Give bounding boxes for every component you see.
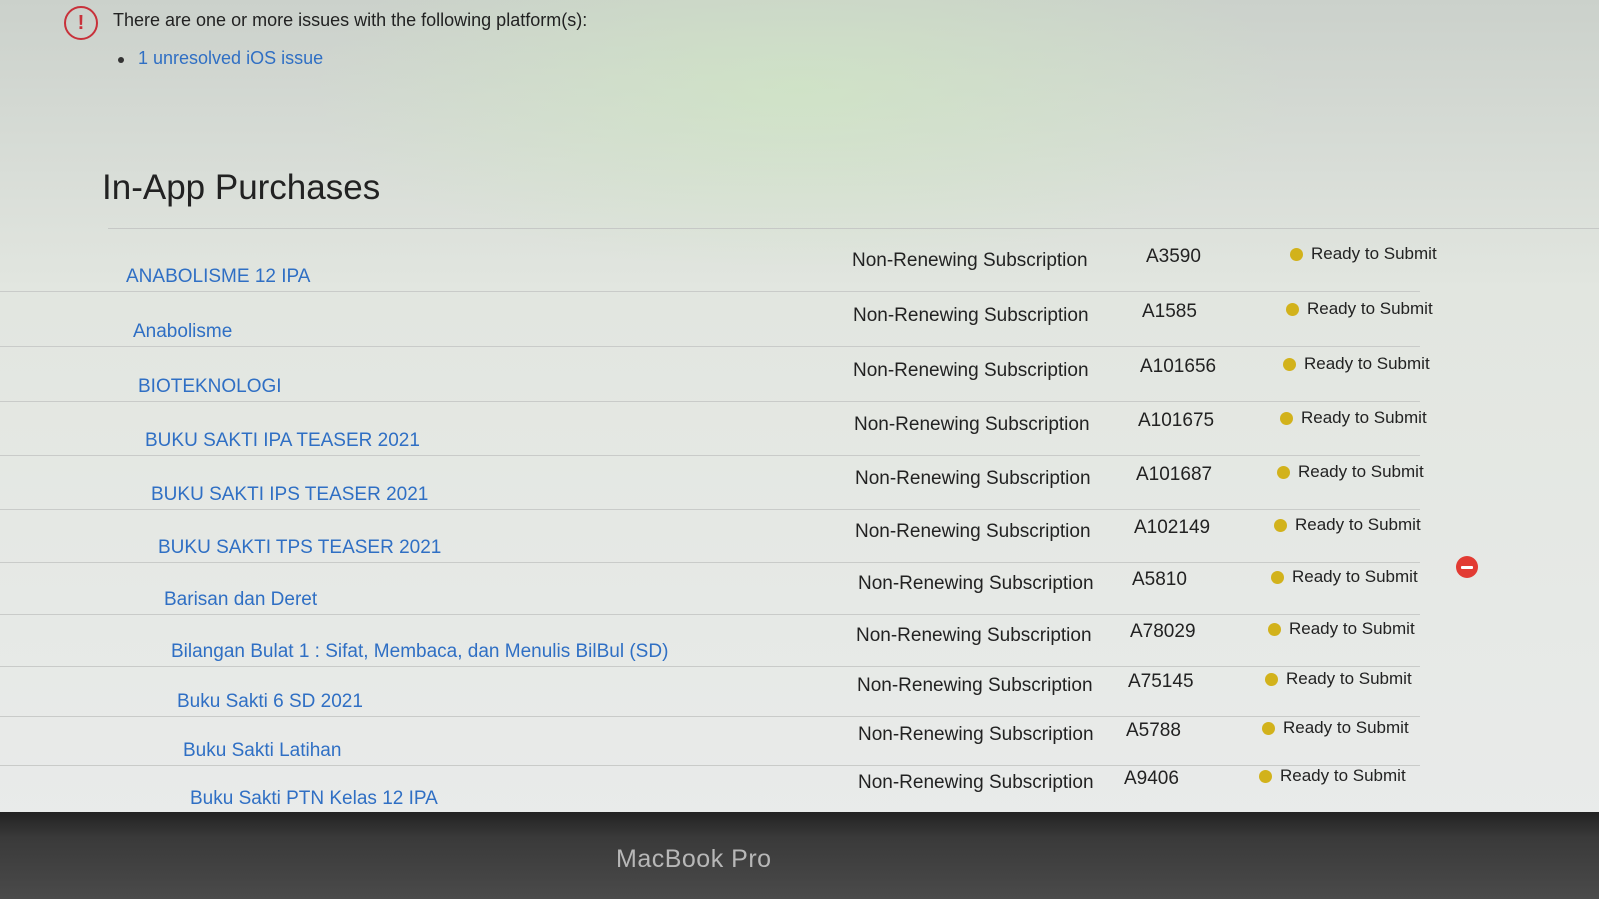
status-label: Ready to Submit — [1304, 354, 1430, 373]
table-row[interactable]: Barisan dan Deret Non-Renewing Subscripti… — [0, 563, 1420, 615]
status-label: Ready to Submit — [1295, 515, 1421, 534]
iap-type: Non-Renewing Subscription — [856, 625, 1092, 646]
divider — [108, 228, 1599, 229]
status-label: Ready to Submit — [1311, 244, 1437, 263]
status-badge: Ready to Submit — [1280, 408, 1427, 428]
status-badge: Ready to Submit — [1283, 354, 1430, 374]
status-dot-icon — [1277, 465, 1290, 479]
iap-name-link[interactable]: Anabolisme — [133, 321, 232, 343]
status-dot-icon — [1286, 302, 1299, 316]
status-dot-icon — [1283, 357, 1296, 371]
table-row[interactable]: ANABOLISME 12 IPA Non-Renewing Subscripti… — [0, 240, 1437, 292]
status-label: Ready to Submit — [1298, 462, 1424, 481]
iap-reference-id: A78029 — [1130, 621, 1196, 642]
iap-reference-id: A3590 — [1146, 246, 1201, 267]
iap-reference-id: A101656 — [1140, 356, 1217, 377]
iap-type: Non-Renewing Subscription — [855, 468, 1091, 489]
iap-type: Non-Renewing Subscription — [858, 573, 1094, 594]
status-label: Ready to Submit — [1286, 669, 1412, 688]
iap-type: Non-Renewing Subscription — [852, 250, 1088, 271]
iap-reference-id: A1585 — [1142, 301, 1197, 322]
status-badge: Ready to Submit — [1268, 619, 1415, 639]
status-badge: Ready to Submit — [1271, 567, 1418, 587]
status-dot-icon — [1271, 570, 1284, 584]
status-badge: Ready to Submit — [1259, 766, 1406, 786]
table-row[interactable]: Buku Sakti 6 SD 2021 Non-Renewing Subscri… — [0, 665, 1420, 717]
table-row[interactable]: Buku Sakti PTN Kelas 12 IPA Non-Renewing … — [0, 762, 1420, 814]
iap-name-link[interactable]: BUKU SAKTI IPS TEASER 2021 — [151, 484, 428, 506]
iap-name-link[interactable]: Bilangan Bulat 1 : Sifat, Membaca, dan M… — [171, 641, 668, 663]
iap-type: Non-Renewing Subscription — [857, 675, 1093, 696]
issue-notice-text: There are one or more issues with the fo… — [113, 10, 588, 30]
status-badge: Ready to Submit — [1262, 718, 1409, 738]
iap-reference-id: A9406 — [1124, 768, 1179, 789]
iap-reference-id: A101687 — [1136, 464, 1213, 485]
status-label: Ready to Submit — [1289, 619, 1415, 638]
status-badge: Ready to Submit — [1265, 669, 1412, 689]
status-label: Ready to Submit — [1307, 299, 1433, 318]
status-label: Ready to Submit — [1283, 718, 1409, 737]
exclamation-circle-icon: ! — [64, 6, 98, 40]
iap-name-link[interactable]: ANABOLISME 12 IPA — [126, 266, 310, 288]
device-label: MacBook Pro — [616, 845, 772, 873]
status-label: Ready to Submit — [1301, 408, 1427, 427]
iap-reference-id: A101675 — [1138, 410, 1215, 431]
iap-name-link[interactable]: Buku Sakti PTN Kelas 12 IPA — [190, 788, 438, 810]
status-badge: Ready to Submit — [1286, 299, 1433, 319]
laptop-bezel — [0, 812, 1599, 899]
app-screen: ! There are one or more issues with the … — [0, 0, 1599, 832]
iap-type: Non-Renewing Subscription — [853, 360, 1089, 381]
iap-type: Non-Renewing Subscription — [858, 772, 1094, 793]
status-badge: Ready to Submit — [1277, 462, 1424, 482]
iap-name-link[interactable]: BUKU SAKTI IPA TEASER 2021 — [145, 430, 420, 452]
iap-reference-id: A75145 — [1128, 671, 1194, 692]
iap-name-link[interactable]: Barisan dan Deret — [164, 589, 317, 611]
table-row[interactable]: Anabolisme Non-Renewing Subscription A1585… — [0, 295, 1433, 347]
iap-name-link[interactable]: BUKU SAKTI TPS TEASER 2021 — [158, 537, 441, 559]
status-dot-icon — [1274, 518, 1287, 532]
status-dot-icon — [1259, 769, 1272, 783]
iap-reference-id: A5810 — [1132, 569, 1187, 590]
status-label: Ready to Submit — [1292, 567, 1418, 586]
iap-type: Non-Renewing Subscription — [854, 414, 1090, 435]
table-row[interactable]: BUKU SAKTI TPS TEASER 2021 Non-Renewing S… — [0, 511, 1421, 563]
status-badge: Ready to Submit — [1274, 515, 1421, 535]
iap-type: Non-Renewing Subscription — [855, 521, 1091, 542]
table-row[interactable]: BUKU SAKTI IPA TEASER 2021 Non-Renewing S… — [0, 404, 1427, 456]
status-badge: Ready to Submit — [1290, 244, 1437, 264]
status-dot-icon — [1290, 247, 1303, 261]
iap-name-link[interactable]: Buku Sakti Latihan — [183, 740, 341, 762]
table-row[interactable]: BIOTEKNOLOGI Non-Renewing Subscription A10… — [0, 350, 1430, 402]
issue-link[interactable]: 1 unresolved iOS issue — [118, 48, 323, 69]
iap-name-link[interactable]: Buku Sakti 6 SD 2021 — [177, 691, 363, 713]
iap-type: Non-Renewing Subscription — [853, 305, 1089, 326]
status-dot-icon — [1265, 672, 1278, 686]
iap-type: Non-Renewing Subscription — [858, 724, 1094, 745]
table-row[interactable]: Bilangan Bulat 1 : Sifat, Membaca, dan M… — [0, 615, 1420, 667]
table-row[interactable]: Buku Sakti Latihan Non-Renewing Subscript… — [0, 714, 1420, 766]
status-dot-icon — [1280, 411, 1293, 425]
page-title: In-App Purchases — [102, 168, 381, 207]
issue-list: 1 unresolved iOS issue — [118, 48, 323, 69]
iap-reference-id: A5788 — [1126, 720, 1181, 741]
iap-reference-id: A102149 — [1134, 517, 1211, 538]
status-dot-icon — [1262, 721, 1275, 735]
status-dot-icon — [1268, 622, 1281, 636]
iap-name-link[interactable]: BIOTEKNOLOGI — [138, 376, 282, 398]
status-label: Ready to Submit — [1280, 766, 1406, 785]
table-row[interactable]: BUKU SAKTI IPS TEASER 2021 Non-Renewing S… — [0, 458, 1424, 510]
remove-circle-icon[interactable] — [1456, 556, 1478, 578]
